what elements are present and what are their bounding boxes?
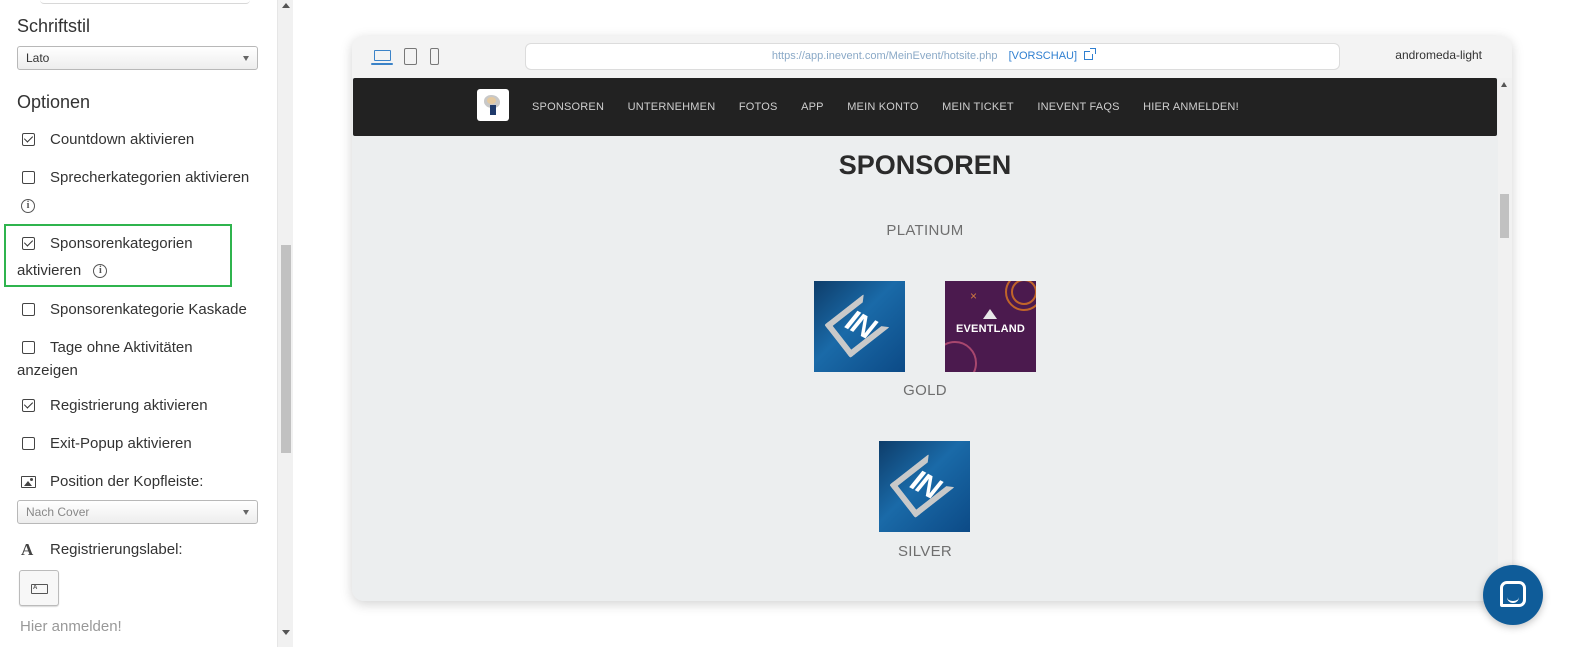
sponsor-logo-eventland[interactable]: × EVENTLAND bbox=[945, 281, 1036, 372]
app-root: Schriftstil Lato Optionen Countdown akti… bbox=[0, 0, 1593, 647]
nav-item-sponsoren[interactable]: SPONSOREN bbox=[532, 101, 604, 113]
tier-gold: GOLD bbox=[903, 382, 947, 399]
chat-launcher-button[interactable] bbox=[1483, 565, 1543, 625]
logo-eventland-text: EVENTLAND bbox=[955, 323, 1026, 335]
preview-link[interactable]: [VORSCHAU] bbox=[1009, 50, 1077, 62]
tier-silver: SILVER bbox=[897, 543, 953, 560]
chevron-down-icon bbox=[243, 56, 249, 61]
sponsor-categories-label-line1: Sponsorenkategorien bbox=[50, 235, 193, 252]
option-empty-days[interactable]: Tage ohne Aktivitäten bbox=[17, 337, 267, 359]
id-card-icon: A bbox=[31, 584, 48, 594]
header-position-title: Position der Kopfleiste: bbox=[17, 471, 267, 493]
nav-item-inevent-faqs[interactable]: INEVENT FAQS bbox=[1037, 101, 1119, 113]
option-sponsor-categories-line2: aktivieren i bbox=[17, 260, 267, 282]
settings-sidebar: Schriftstil Lato Optionen Countdown akti… bbox=[0, 0, 277, 647]
registration-label-title-text: Registrierungslabel: bbox=[50, 541, 183, 558]
website-preview: https://app.inevent.com/MeinEvent/hotsit… bbox=[352, 36, 1512, 601]
logo-shape bbox=[490, 105, 496, 115]
sponsor-logo-inevent[interactable]: IN bbox=[814, 281, 905, 372]
site-navbar: SPONSOREN UNTERNEHMEN FOTOS APP MEIN KON… bbox=[353, 78, 1497, 136]
tier-platinum: PLATINUM bbox=[886, 222, 964, 239]
info-icon[interactable]: i bbox=[21, 199, 35, 214]
registration-label-input[interactable]: Hier anmelden! bbox=[20, 618, 122, 635]
sidebar-top-edge bbox=[40, 0, 250, 4]
nav-item-fotos[interactable]: FOTOS bbox=[739, 101, 778, 113]
registration-label-button[interactable]: A bbox=[19, 570, 59, 606]
theme-name: andromeda-light bbox=[1395, 48, 1482, 62]
option-countdown[interactable]: Countdown aktivieren bbox=[17, 129, 267, 151]
laptop-icon[interactable] bbox=[371, 50, 393, 65]
tablet-icon[interactable] bbox=[404, 48, 417, 65]
countdown-label: Countdown aktivieren bbox=[50, 131, 195, 148]
options-title: Optionen bbox=[17, 92, 91, 112]
speaker-categories-info[interactable]: i bbox=[21, 195, 271, 217]
countdown-checkbox[interactable] bbox=[22, 133, 35, 146]
font-style-select[interactable]: Lato bbox=[17, 46, 258, 70]
logo-mark: × bbox=[970, 289, 978, 303]
nav-item-hier-anmelden[interactable]: HIER ANMELDEN! bbox=[1143, 101, 1239, 113]
preview-toolbar: https://app.inevent.com/MeinEvent/hotsit… bbox=[352, 36, 1512, 78]
option-exit-popup[interactable]: Exit-Popup aktivieren bbox=[17, 433, 267, 455]
font-style-title: Schriftstil bbox=[17, 16, 91, 36]
option-speaker-categories[interactable]: Sprecherkategorien aktivieren bbox=[17, 167, 267, 189]
nav-item-mein-ticket[interactable]: MEIN TICKET bbox=[942, 101, 1014, 113]
sponsor-categories-checkbox[interactable] bbox=[22, 237, 35, 250]
logo-ring bbox=[945, 341, 977, 372]
tent-icon bbox=[983, 309, 997, 319]
option-sponsor-cascade[interactable]: Sponsorenkategorie Kaskade bbox=[17, 299, 267, 321]
sponsor-categories-label-line2: aktivieren bbox=[17, 262, 82, 279]
speaker-categories-checkbox[interactable] bbox=[22, 171, 35, 184]
sidebar-scrollbar[interactable] bbox=[277, 0, 293, 647]
info-icon[interactable]: i bbox=[93, 264, 108, 279]
chevron-down-icon bbox=[243, 510, 249, 515]
registration-label-title: Registrierungslabel: bbox=[17, 539, 267, 561]
chat-bubble-icon bbox=[1500, 581, 1526, 607]
external-link-icon[interactable] bbox=[1084, 48, 1097, 60]
speaker-categories-label: Sprecherkategorien aktivieren bbox=[50, 169, 250, 186]
scroll-up-arrow-icon[interactable] bbox=[1501, 82, 1507, 87]
header-position-select-value: Nach Cover bbox=[26, 505, 90, 519]
site-viewport: SPONSOREN UNTERNEHMEN FOTOS APP MEIN KON… bbox=[352, 78, 1512, 601]
empty-days-checkbox[interactable] bbox=[22, 341, 35, 354]
option-empty-days-line2: anzeigen bbox=[17, 360, 267, 382]
option-registration[interactable]: Registrierung aktivieren bbox=[17, 395, 267, 417]
font-style-select-value: Lato bbox=[26, 51, 50, 65]
empty-days-label-line2: anzeigen bbox=[17, 362, 78, 379]
nav-item-app[interactable]: APP bbox=[801, 101, 824, 113]
scrollbar-thumb[interactable] bbox=[281, 245, 291, 453]
sponsor-cascade-checkbox[interactable] bbox=[22, 303, 35, 316]
exit-popup-checkbox[interactable] bbox=[22, 437, 35, 450]
nav-item-mein-konto[interactable]: MEIN KONTO bbox=[847, 101, 918, 113]
site-nav-items: SPONSOREN UNTERNEHMEN FOTOS APP MEIN KON… bbox=[532, 78, 1262, 136]
empty-days-label-line1: Tage ohne Aktivitäten bbox=[50, 339, 193, 356]
registration-checkbox[interactable] bbox=[22, 399, 35, 412]
sponsors-title: SPONSOREN bbox=[838, 150, 1012, 180]
sponsors-section: SPONSOREN PLATINUM IN × EVENTLAND GOLD I… bbox=[352, 136, 1498, 601]
registration-label: Registrierung aktivieren bbox=[50, 397, 208, 414]
preview-url-bar[interactable]: https://app.inevent.com/MeinEvent/hotsit… bbox=[525, 43, 1340, 70]
preview-url[interactable]: https://app.inevent.com/MeinEvent/hotsit… bbox=[772, 50, 998, 62]
site-scrollbar[interactable] bbox=[1498, 78, 1512, 601]
scroll-down-arrow-icon[interactable] bbox=[282, 630, 290, 635]
exit-popup-label: Exit-Popup aktivieren bbox=[50, 435, 192, 452]
option-sponsor-categories[interactable]: Sponsorenkategorien bbox=[17, 233, 267, 255]
logo-ring bbox=[1011, 281, 1036, 305]
header-position-label: Position der Kopfleiste: bbox=[50, 473, 204, 490]
header-position-select[interactable]: Nach Cover bbox=[17, 500, 258, 524]
scrollbar-thumb[interactable] bbox=[1500, 194, 1509, 238]
site-logo[interactable] bbox=[477, 89, 509, 121]
sponsor-cascade-label: Sponsorenkategorie Kaskade bbox=[50, 301, 247, 318]
scroll-up-arrow-icon[interactable] bbox=[282, 3, 290, 8]
sponsor-logo-inevent[interactable]: IN bbox=[879, 441, 970, 532]
phone-icon[interactable] bbox=[430, 48, 439, 65]
logo-shape bbox=[487, 97, 496, 104]
nav-item-unternehmen[interactable]: UNTERNEHMEN bbox=[628, 101, 716, 113]
